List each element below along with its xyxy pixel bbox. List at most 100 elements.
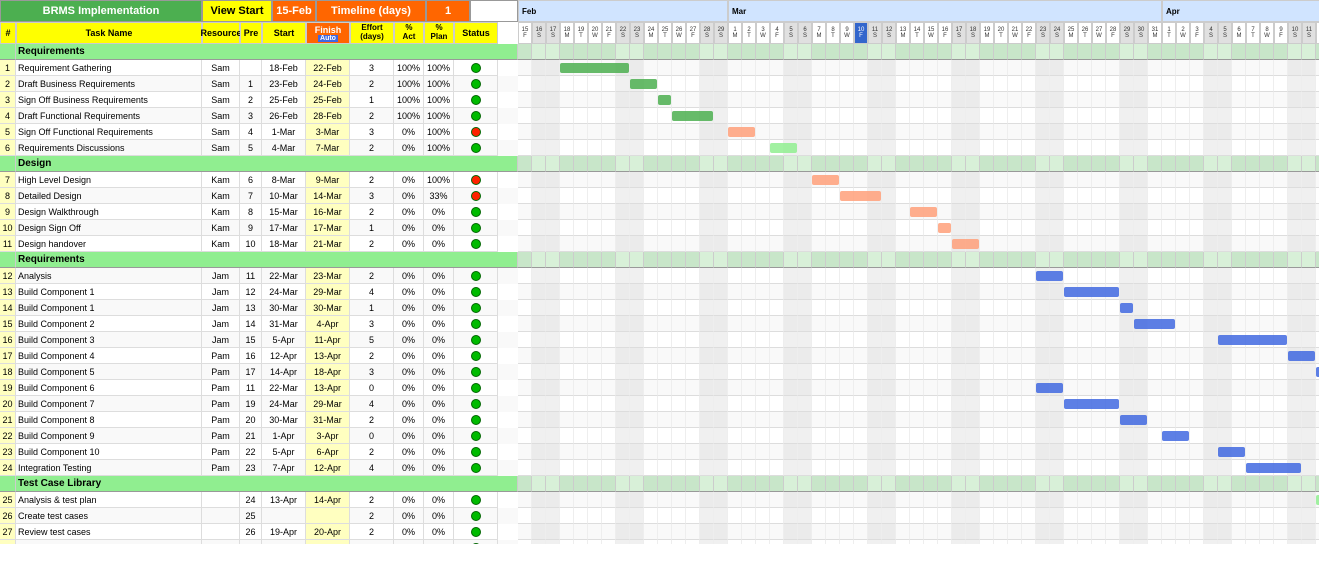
task-finish: 3-Apr bbox=[306, 428, 350, 444]
task-pre: 14 bbox=[240, 316, 262, 332]
task-finish: 21-Mar bbox=[306, 236, 350, 252]
task-effort: 2 bbox=[350, 540, 394, 544]
task-num: 24 bbox=[0, 460, 16, 476]
day-header-50: 5 S bbox=[1218, 22, 1232, 44]
task-status bbox=[454, 188, 498, 204]
task-name: Analysis & test plan bbox=[16, 492, 202, 508]
status-dot bbox=[471, 239, 481, 249]
gantt-bar bbox=[672, 111, 713, 121]
task-pct-plan: 0% bbox=[424, 396, 454, 412]
task-pre: 16 bbox=[240, 348, 262, 364]
task-row: 18 Build Component 5 Pam 17 14-Apr 18-Ap… bbox=[0, 364, 518, 380]
gantt-bar bbox=[1218, 335, 1287, 345]
gantt-bar bbox=[630, 79, 657, 89]
task-pre: 20 bbox=[240, 412, 262, 428]
task-num: 15 bbox=[0, 316, 16, 332]
task-pct-plan: 0% bbox=[424, 524, 454, 540]
day-header-56: 11 S bbox=[1302, 22, 1316, 44]
task-num: 14 bbox=[0, 300, 16, 316]
day-header-53: 8 W bbox=[1260, 22, 1274, 44]
status-dot bbox=[471, 95, 481, 105]
task-effort: 2 bbox=[350, 508, 394, 524]
month-header-Mar: Mar bbox=[728, 0, 1162, 22]
task-resource: Kam bbox=[202, 220, 240, 236]
section-label: Requirements bbox=[16, 44, 518, 60]
task-name: Build Component 1 bbox=[16, 284, 202, 300]
task-effort: 4 bbox=[350, 460, 394, 476]
task-finish: 23-Mar bbox=[306, 268, 350, 284]
day-header-14: 29 S bbox=[714, 22, 728, 44]
status-dot bbox=[471, 319, 481, 329]
task-start: 24-Mar bbox=[262, 284, 306, 300]
task-pre: 24 bbox=[240, 492, 262, 508]
day-header-42: 28 F bbox=[1106, 22, 1120, 44]
task-pct-plan: 100% bbox=[424, 108, 454, 124]
task-name: Build Component 10 bbox=[16, 444, 202, 460]
task-row: 9 Design Walkthrough Kam 8 15-Mar 16-Mar… bbox=[0, 204, 518, 220]
task-row: 5 Sign Off Functional Requirements Sam 4… bbox=[0, 124, 518, 140]
task-row: 13 Build Component 1 Jam 12 24-Mar 29-Ma… bbox=[0, 284, 518, 300]
task-pct-act: 0% bbox=[394, 428, 424, 444]
task-pre: 13 bbox=[240, 300, 262, 316]
main-container: BRMS Implementation View Start 15-Feb Ti… bbox=[0, 0, 1319, 588]
task-start: 13-Apr bbox=[262, 492, 306, 508]
gantt-section-row bbox=[518, 476, 1319, 492]
gantt-task-row bbox=[518, 284, 1319, 300]
task-row: 22 Build Component 9 Pam 21 1-Apr 3-Apr … bbox=[0, 428, 518, 444]
task-pre: 6 bbox=[240, 172, 262, 188]
day-header-15: 1 M bbox=[728, 22, 742, 44]
day-header-19: 5 S bbox=[784, 22, 798, 44]
task-num: 13 bbox=[0, 284, 16, 300]
col-effort-header: Effort(days) bbox=[350, 22, 394, 44]
task-pre: 11 bbox=[240, 380, 262, 396]
day-header-5: 20 W bbox=[588, 22, 602, 44]
task-finish: 3-Mar bbox=[306, 124, 350, 140]
status-dot bbox=[471, 223, 481, 233]
task-finish: 25-Feb bbox=[306, 92, 350, 108]
timeline-label: Timeline (days) bbox=[316, 0, 426, 22]
task-finish: 7-Mar bbox=[306, 140, 350, 156]
task-resource: Pam bbox=[202, 428, 240, 444]
task-pct-plan: 100% bbox=[424, 76, 454, 92]
task-pct-plan: 0% bbox=[424, 316, 454, 332]
task-pre: 25 bbox=[240, 508, 262, 524]
task-status bbox=[454, 412, 498, 428]
task-name: Requirements Discussions bbox=[16, 140, 202, 156]
gantt-bar bbox=[770, 143, 797, 153]
task-resource: Kam bbox=[202, 236, 240, 252]
task-pre: 9 bbox=[240, 220, 262, 236]
view-start-label[interactable]: View Start bbox=[202, 0, 272, 22]
task-pct-plan: 100% bbox=[424, 140, 454, 156]
gantt-task-row bbox=[518, 364, 1319, 380]
task-finish: 24-Feb bbox=[306, 76, 350, 92]
status-dot bbox=[471, 191, 481, 201]
task-pct-act: 0% bbox=[394, 364, 424, 380]
task-row: 27 Review test cases 26 19-Apr 20-Apr 2 … bbox=[0, 524, 518, 540]
task-status bbox=[454, 124, 498, 140]
task-row: 12 Analysis Jam 11 22-Mar 23-Mar 2 0% 0% bbox=[0, 268, 518, 284]
gantt-task-row bbox=[518, 300, 1319, 316]
task-name: Integration Testing bbox=[16, 460, 202, 476]
task-start: 17-Mar bbox=[262, 220, 306, 236]
gantt-bar bbox=[938, 223, 951, 233]
day-header-27: 13 M bbox=[896, 22, 910, 44]
day-header-25: 11 S bbox=[868, 22, 882, 44]
task-num: 21 bbox=[0, 412, 16, 428]
gantt-task-row bbox=[518, 60, 1319, 76]
task-row: 8 Detailed Design Kam 7 10-Mar 14-Mar 3 … bbox=[0, 188, 518, 204]
status-dot bbox=[471, 303, 481, 313]
task-resource: Pam bbox=[202, 396, 240, 412]
gantt-bar bbox=[812, 175, 839, 185]
task-effort: 3 bbox=[350, 124, 394, 140]
task-pct-plan: 0% bbox=[424, 444, 454, 460]
section-row: Design bbox=[0, 156, 518, 172]
task-pre: 4 bbox=[240, 124, 262, 140]
task-effort: 2 bbox=[350, 524, 394, 540]
gantt-task-row bbox=[518, 412, 1319, 428]
task-row: 16 Build Component 3 Jam 15 5-Apr 11-Apr… bbox=[0, 332, 518, 348]
task-pre bbox=[240, 60, 262, 76]
day-header-22: 8 T bbox=[826, 22, 840, 44]
task-resource bbox=[202, 492, 240, 508]
task-resource: Pam bbox=[202, 444, 240, 460]
task-row: 11 Design handover Kam 10 18-Mar 21-Mar … bbox=[0, 236, 518, 252]
